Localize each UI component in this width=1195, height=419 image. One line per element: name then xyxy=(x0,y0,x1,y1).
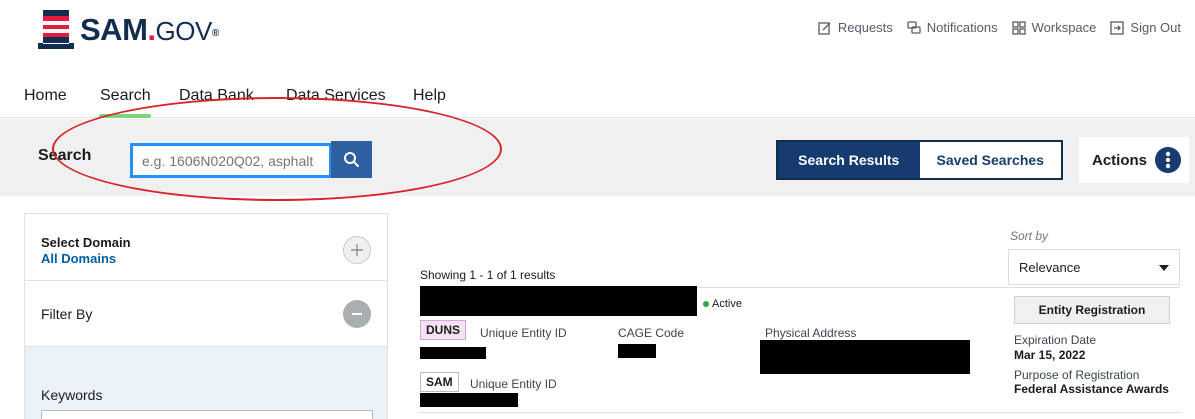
status-label: Active xyxy=(712,298,742,310)
sort-select[interactable]: Relevance xyxy=(1008,249,1180,285)
active-nav-indicator xyxy=(99,114,151,118)
purpose-value: Federal Assistance Awards xyxy=(1014,382,1169,396)
search-results-tab[interactable]: Search Results xyxy=(778,142,920,178)
actions-menu-button[interactable]: Actions xyxy=(1079,137,1189,183)
plus-icon xyxy=(351,244,363,256)
sam-unique-entity-id-label: Unique Entity ID xyxy=(470,377,557,391)
duns-unique-entity-id-label: Unique Entity ID xyxy=(480,326,567,340)
results-toggle: Search Results Saved Searches xyxy=(776,140,1063,180)
caret-down-icon xyxy=(1159,265,1169,271)
nav-data-services[interactable]: Data Services xyxy=(286,87,386,105)
requests-label: Requests xyxy=(837,20,893,35)
search-input[interactable] xyxy=(133,146,329,175)
physical-address-label: Physical Address xyxy=(765,326,857,340)
redacted-entity-name xyxy=(420,286,697,316)
divider xyxy=(420,412,1180,413)
expand-domain-button[interactable] xyxy=(343,236,371,264)
nav-help[interactable]: Help xyxy=(413,87,446,105)
duns-tag: DUNS xyxy=(420,320,467,340)
keywords-input[interactable] xyxy=(41,410,373,419)
purpose-label: Purpose of Registration xyxy=(1014,368,1140,382)
redacted-cage-code xyxy=(618,344,656,358)
utility-nav: Requests Notifications Workspace Sign Ou… xyxy=(818,20,1181,35)
main-nav: Home Search Data Bank Data Services Help xyxy=(0,70,1195,118)
search-label: Search xyxy=(38,147,92,164)
results-count: Showing 1 - 1 of 1 results xyxy=(420,268,556,282)
expiration-date-label: Expiration Date xyxy=(1014,333,1097,347)
sam-tag: SAM xyxy=(420,372,459,392)
keywords-label: Keywords xyxy=(41,387,103,403)
workspace-link[interactable]: Workspace xyxy=(1011,20,1097,35)
logo-wordmark: SAM.GOV® xyxy=(80,12,219,47)
filter-by-label: Filter By xyxy=(41,306,93,322)
more-vertical-icon xyxy=(1155,147,1181,173)
uncle-sam-hat-icon xyxy=(38,10,74,49)
sign-out-link[interactable]: Sign Out xyxy=(1110,20,1181,35)
active-dot-icon xyxy=(703,301,709,307)
sort-by-label: Sort by xyxy=(1010,229,1049,243)
select-domain-label: Select Domain xyxy=(41,235,131,250)
sort-select-value: Relevance xyxy=(1019,259,1081,275)
collapse-filter-button[interactable] xyxy=(343,300,371,328)
notifications-label: Notifications xyxy=(926,20,998,35)
expiration-date-value: Mar 15, 2022 xyxy=(1014,348,1086,362)
cage-code-label: CAGE Code xyxy=(618,326,685,340)
sign-out-label: Sign Out xyxy=(1130,20,1181,35)
workspace-label: Workspace xyxy=(1031,20,1097,35)
search-input-wrapper xyxy=(130,143,332,178)
edit-icon xyxy=(818,21,831,35)
minus-icon xyxy=(352,313,362,315)
redacted-physical-address xyxy=(760,340,970,374)
selected-domain-value: All Domains xyxy=(41,251,117,266)
keywords-section: Keywords xyxy=(25,347,387,419)
nav-search[interactable]: Search xyxy=(100,87,151,105)
redacted-sam-uei-value xyxy=(420,393,518,407)
saved-searches-tab[interactable]: Saved Searches xyxy=(919,142,1061,178)
site-header: SAM.GOV® Requests Notifications Workspac… xyxy=(0,0,1195,70)
sam-logo[interactable]: SAM.GOV® xyxy=(34,10,219,50)
status-indicator: Active xyxy=(703,298,742,310)
nav-data-bank[interactable]: Data Bank xyxy=(179,87,254,105)
actions-label: Actions xyxy=(1091,151,1147,169)
filter-sidebar: Select Domain All Domains Filter By Keyw… xyxy=(24,213,388,419)
entity-registration-button[interactable]: Entity Registration xyxy=(1014,296,1170,324)
notifications-link[interactable]: Notifications xyxy=(907,20,998,35)
chat-bubbles-icon xyxy=(907,20,921,34)
filter-by-panel[interactable]: Filter By xyxy=(25,281,387,347)
grid-icon xyxy=(1011,20,1026,35)
search-icon xyxy=(344,152,359,167)
redacted-duns-value xyxy=(420,347,486,359)
nav-home[interactable]: Home xyxy=(24,87,67,105)
select-domain-panel[interactable]: Select Domain All Domains xyxy=(25,214,387,281)
sign-out-icon xyxy=(1110,20,1125,35)
search-button[interactable] xyxy=(331,141,372,178)
requests-link[interactable]: Requests xyxy=(818,20,893,35)
